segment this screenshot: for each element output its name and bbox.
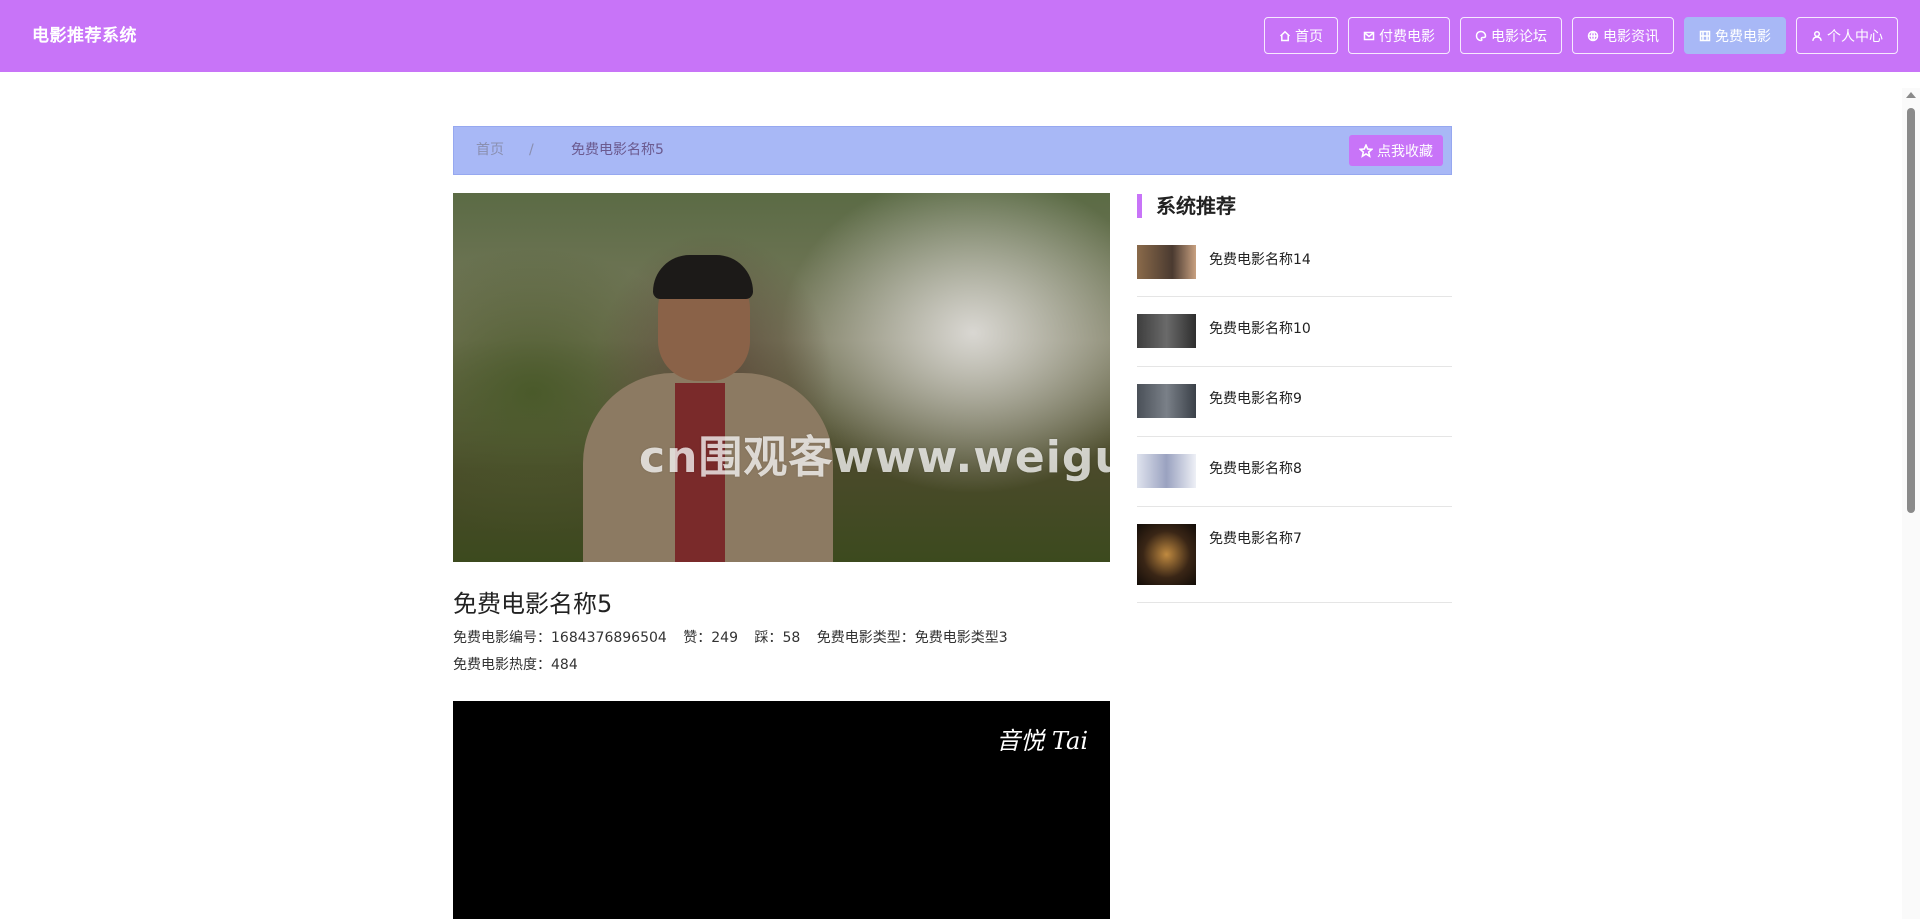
recommend-title: 系统推荐 — [1137, 194, 1236, 218]
movie-type-value: 免费电影类型3 — [914, 630, 1008, 646]
nav-profile-label: 个人中心 — [1827, 28, 1883, 45]
movie-number-label: 免费电影编号： — [453, 630, 551, 646]
page-scrollbar[interactable] — [1902, 88, 1920, 919]
movie-meta-line-2: 免费电影热度：484 — [453, 654, 578, 674]
movie-likes: 赞：249 — [683, 630, 738, 646]
nav-news[interactable]: 电影资讯 — [1572, 17, 1674, 54]
mail-icon — [1363, 31, 1375, 40]
movie-heat-label: 免费电影热度： — [453, 657, 551, 673]
globe-icon — [1587, 30, 1599, 41]
user-icon — [1812, 30, 1822, 41]
recommend-item-name: 免费电影名称10 — [1209, 321, 1311, 337]
movie-heat-value: 484 — [551, 657, 578, 673]
movie-dislikes-label: 踩： — [754, 630, 783, 646]
recommend-item-name: 免费电影名称14 — [1209, 252, 1311, 268]
nav-free-movies-label: 免费电影 — [1715, 28, 1771, 45]
movie-number: 免费电影编号：1684376896504 — [453, 630, 667, 646]
recommend-thumbnail — [1137, 384, 1196, 418]
movie-likes-value: 249 — [711, 630, 738, 646]
breadcrumb-home[interactable]: 首页 — [476, 127, 504, 174]
recommend-thumbnail — [1137, 524, 1196, 585]
nav-paid-movies[interactable]: 付费电影 — [1348, 17, 1450, 54]
nav-forum-label: 电影论坛 — [1491, 28, 1547, 45]
movie-poster: cn围观客www.weiguanke.cn — [453, 193, 1110, 562]
scrollbar-thumb[interactable] — [1907, 108, 1915, 513]
recommend-item[interactable]: 免费电影名称14 — [1137, 245, 1452, 297]
video-logo: 音悦 Tai — [996, 727, 1088, 755]
nav-home[interactable]: 首页 — [1264, 17, 1338, 54]
movie-meta-line-1: 免费电影编号：1684376896504 赞：249 踩：58 免费电影类型：免… — [453, 627, 1020, 647]
site-title[interactable]: 电影推荐系统 — [32, 0, 137, 72]
film-icon — [1699, 30, 1711, 41]
breadcrumb: 首页 / 免费电影名称5 点我收藏 — [453, 126, 1452, 175]
favorite-button[interactable]: 点我收藏 — [1349, 135, 1443, 166]
movie-number-value: 1684376896504 — [551, 630, 667, 646]
recommend-thumbnail — [1137, 454, 1196, 488]
video-player[interactable]: 音悦 Tai — [453, 701, 1110, 919]
movie-type-label: 免费电影类型： — [816, 630, 915, 646]
poster-watermark: cn围观客www.weiguanke.cn — [639, 432, 1110, 483]
favorite-button-label: 点我收藏 — [1377, 143, 1433, 160]
recommend-item[interactable]: 免费电影名称8 — [1137, 454, 1452, 507]
poster-figure-hair — [653, 255, 753, 299]
breadcrumb-current: 免费电影名称5 — [571, 142, 664, 158]
nav-home-label: 首页 — [1295, 28, 1323, 45]
recommend-thumbnail — [1137, 314, 1196, 348]
nav-profile[interactable]: 个人中心 — [1796, 17, 1898, 54]
recommend-item-name: 免费电影名称7 — [1209, 531, 1302, 547]
breadcrumb-separator: / — [529, 142, 534, 158]
recommend-item[interactable]: 免费电影名称9 — [1137, 384, 1452, 437]
movie-dislikes-value: 58 — [782, 630, 801, 646]
main-nav: 首页 付费电影 电影论坛 电影资讯 免费电影 个人中心 — [1264, 17, 1898, 54]
home-icon — [1279, 30, 1291, 41]
nav-free-movies[interactable]: 免费电影 — [1684, 17, 1786, 54]
movie-title: 免费电影名称5 — [453, 590, 613, 618]
top-header: 电影推荐系统 首页 付费电影 电影论坛 电影资讯 免费电影 个人中心 — [0, 0, 1920, 72]
nav-forum[interactable]: 电影论坛 — [1460, 17, 1562, 54]
recommend-item[interactable]: 免费电影名称7 — [1137, 524, 1452, 603]
movie-type: 免费电影类型：免费电影类型3 — [817, 630, 1008, 646]
nav-news-label: 电影资讯 — [1603, 28, 1659, 45]
recommend-item-name: 免费电影名称9 — [1209, 391, 1302, 407]
palette-icon — [1475, 30, 1487, 41]
scroll-up-arrow-icon[interactable] — [1906, 92, 1916, 98]
nav-paid-movies-label: 付费电影 — [1379, 28, 1435, 45]
recommend-thumbnail — [1137, 245, 1196, 279]
movie-likes-label: 赞： — [683, 630, 712, 646]
recommend-item[interactable]: 免费电影名称10 — [1137, 314, 1452, 367]
movie-dislikes: 踩：58 — [754, 630, 800, 646]
star-icon — [1359, 143, 1373, 158]
recommend-item-name: 免费电影名称8 — [1209, 461, 1302, 477]
